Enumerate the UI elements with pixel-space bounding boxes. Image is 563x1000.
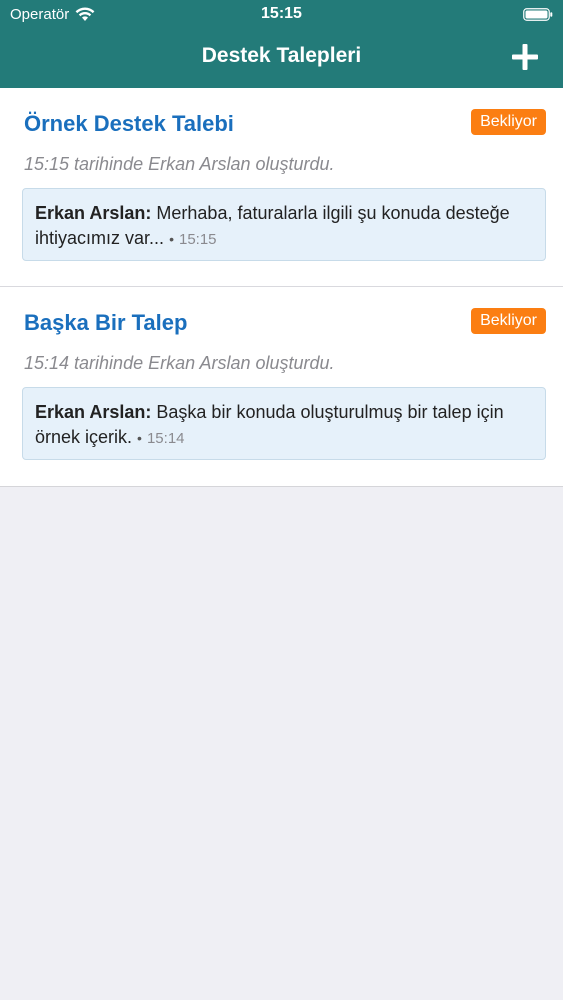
status-time: 15:15 bbox=[261, 5, 302, 22]
last-message-preview: Erkan Arslan: Merhaba, faturalarla ilgil… bbox=[22, 188, 546, 261]
message-time: 15:14 bbox=[146, 430, 185, 447]
ticket-meta: 15:14 tarihinde Erkan Arslan oluşturdu. bbox=[24, 353, 335, 373]
page-title: Destek Talepleri bbox=[201, 44, 362, 67]
message-author: Erkan Arslan: bbox=[35, 402, 152, 422]
status-badge: Bekliyor bbox=[471, 308, 546, 334]
status-bar: Operatör 15:15 bbox=[0, 0, 563, 32]
bullet-separator: • bbox=[169, 231, 174, 247]
last-message-preview: Erkan Arslan: Başka bir konuda oluşturul… bbox=[22, 387, 546, 460]
ticket-title: Başka Bir Talep bbox=[24, 310, 188, 335]
ticket-item[interactable]: Örnek Destek Talebi Bekliyor 15:15 tarih… bbox=[0, 88, 563, 287]
message-author: Erkan Arslan: bbox=[35, 203, 152, 223]
message-time: 15:15 bbox=[178, 231, 217, 248]
plus-icon bbox=[512, 44, 538, 70]
nav-header: Operatör 15:15 Destek Talepleri bbox=[0, 0, 563, 88]
ticket-item[interactable]: Başka Bir Talep Bekliyor 15:14 tarihinde… bbox=[0, 287, 563, 486]
ticket-meta: 15:15 tarihinde Erkan Arslan oluşturdu. bbox=[24, 154, 335, 174]
ticket-title: Örnek Destek Talebi bbox=[24, 111, 234, 136]
add-ticket-button[interactable] bbox=[511, 43, 539, 71]
battery-icon bbox=[523, 8, 553, 21]
bullet-separator: • bbox=[137, 430, 142, 446]
status-badge: Bekliyor bbox=[471, 109, 546, 135]
ticket-list: Örnek Destek Talebi Bekliyor 15:15 tarih… bbox=[0, 88, 563, 487]
